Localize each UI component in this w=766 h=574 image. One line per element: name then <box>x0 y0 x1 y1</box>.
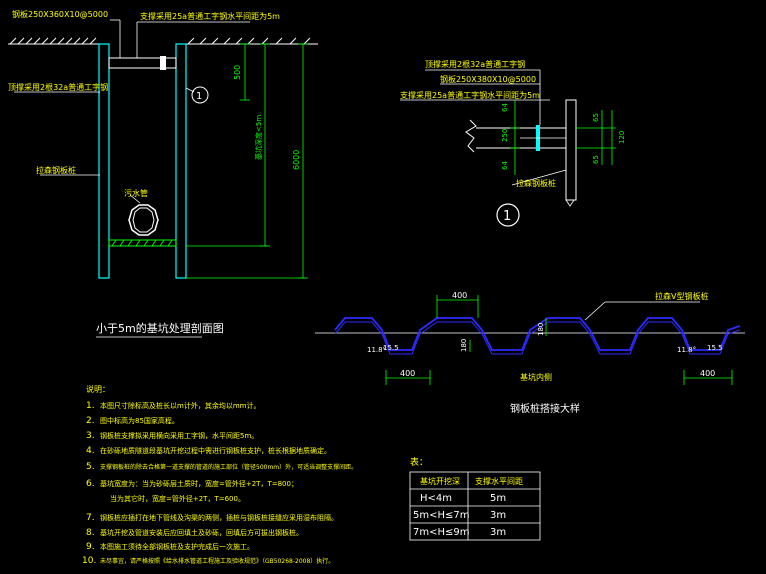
pile-dim-180-left: 180 <box>460 339 468 352</box>
note-text: 本图尺寸除标高及桩长以m计外，其余均以mm计。 <box>100 401 260 410</box>
dim-depth: 基坑深度<5m <box>254 115 263 160</box>
notes-heading: 说明： <box>86 384 110 394</box>
ground-hatch-right <box>185 37 318 45</box>
detail-marker-num: 1 <box>196 91 202 102</box>
note-text: 本图施工须待全部钢板桩及支护完成后一次施工。 <box>100 542 254 551</box>
detail-pile <box>565 99 577 201</box>
note-text: 钢板桩支撑拟采用横向采用工字钢，水平间距5m。 <box>100 431 258 440</box>
section-title: 小于5m的基坑处理剖面图 <box>96 321 224 335</box>
detail-view: 顶撑采用2根32a普通工字钢 钢板250X380X10@5000 支撑采用25a… <box>400 59 626 227</box>
table-cell: 3m <box>490 510 506 521</box>
note-num: 3. <box>86 431 95 441</box>
note-num: 2. <box>86 416 95 426</box>
pile-dims <box>385 295 733 385</box>
spacing-table: 表： 基坑开挖深 支撑水平间距 H<4m 5m 5m<H≤7m 3m 7m<H≤… <box>409 456 541 541</box>
dimension-lines <box>186 43 308 279</box>
note-text: 基坑宽度为：当为砂砾层土质时，宽度=管外径+2T，T=800； <box>100 479 298 488</box>
sewer-pipe-inner <box>132 207 155 233</box>
pile-dim-400-right: 400 <box>700 369 715 378</box>
detail-dim-250: 250 <box>501 129 509 142</box>
table-caption: 表： <box>410 456 428 468</box>
note-num: 9. <box>86 542 95 552</box>
detail-dim-64-bottom: 64 <box>501 161 509 170</box>
pile-dim-400-top: 400 <box>452 291 467 300</box>
pile-value-left: 15.5 <box>383 344 399 352</box>
notes: 说明： 1. 本图尺寸除标高及桩长以m计外，其余均以mm计。 2. 图中标高为8… <box>82 384 357 566</box>
pile-joint-view: 400 180 180 400 400 11.8° 15.5 11.8° 15.… <box>315 291 745 415</box>
note-text: 支撑钢板桩的除去合格第一道支撑的管道的施工部位（管径500mm）外，可适当调整支… <box>100 463 357 471</box>
detail-brace-label: 支撑采用25a普通工字钢水平间距为5m <box>400 90 540 100</box>
dim-500: 500 <box>233 65 242 80</box>
pile-dim-400-left: 400 <box>400 369 415 378</box>
detail-dim-65-top: 65 <box>592 113 600 122</box>
pile-value-right: 15.5 <box>707 344 723 352</box>
table-cell: H<4m <box>420 493 452 504</box>
note-text: 在砂砾地质隧道段基坑开挖过程中需进行钢板桩支护，桩长根据地质确定。 <box>100 446 331 455</box>
note-num: 1. <box>86 401 95 411</box>
detail-plate-label: 钢板250X380X10@5000 <box>440 74 536 84</box>
detail-beam-label: 顶撑采用2根32a普通工字钢 <box>425 59 525 69</box>
detail-dims <box>510 100 616 175</box>
pipe-label: 污水管 <box>124 188 148 198</box>
table-header-spacing: 支撑水平间距 <box>475 476 523 486</box>
detail-dim-65-bottom: 65 <box>592 155 600 164</box>
table-cell: 5m <box>490 493 506 504</box>
note-num: 10. <box>82 556 96 566</box>
detail-dim-64-top: 64 <box>501 103 509 112</box>
pile-outside-label: 拉森V型钢板桩 <box>655 291 708 301</box>
table-cell: 3m <box>490 527 506 538</box>
note-num: 4. <box>86 446 95 456</box>
top-beam-label: 钢板250X360X10@5000 <box>12 9 108 19</box>
note-text: 未尽事宜，请严格按照《给水排水管道工程施工及验收规范》（GB50268-2008… <box>100 557 334 565</box>
note-text: 当为其它时，宽度=管外径+2T，T=600。 <box>110 494 245 503</box>
pile-label: 拉森钢板桩 <box>36 165 76 175</box>
note-text: 基坑开挖及管道安装后应回填土及砂砾，回填后方可拔出钢板桩。 <box>100 528 303 537</box>
table-header-depth: 基坑开挖深 <box>420 476 460 486</box>
note-text: 图中标高为85国家高程。 <box>100 416 179 425</box>
detail-dim-120: 120 <box>618 131 626 144</box>
pile-wall-right <box>175 43 187 279</box>
beam-break <box>465 119 477 153</box>
note-text: 钢板桩应插打在地下管线及沟渠的两侧，插桩与钢板桩接缝应采用湿布阻隔。 <box>100 513 338 522</box>
bedding-hatch <box>111 239 173 247</box>
note-num: 5. <box>86 462 95 472</box>
pile-angle-right: 11.8° <box>677 346 696 354</box>
pile-dim-180-right: 180 <box>537 323 545 336</box>
brace-label: 支撑采用25a普通工字钢水平间距为5m <box>140 11 280 21</box>
pile-wall-left <box>98 43 110 279</box>
bedding <box>108 239 177 247</box>
ground-hatch-left <box>8 37 100 45</box>
table-cell: 7m<H≤9m <box>413 527 469 538</box>
note-num: 6. <box>86 479 95 489</box>
table-cell: 5m<H≤7m <box>413 510 469 521</box>
section-view: 污水管 钢板250X360X10@5000 支撑采用25a普通工字钢水平间距为5… <box>8 9 318 338</box>
pile-title: 钢板桩搭接大样 <box>510 402 580 415</box>
detail-pile-label: 拉森钢板桩 <box>516 178 556 188</box>
beam-plate <box>160 56 166 70</box>
note-num: 7. <box>86 513 95 523</box>
note-num: 8. <box>86 528 95 538</box>
pile-inside-label: 基坑内侧 <box>520 372 552 382</box>
detail-mark-num: 1 <box>503 209 511 224</box>
drawing-svg: 污水管 钢板250X360X10@5000 支撑采用25a普通工字钢水平间距为5… <box>8 9 745 566</box>
dim-6000: 6000 <box>292 150 301 170</box>
cad-drawing: 污水管 钢板250X360X10@5000 支撑采用25a普通工字钢水平间距为5… <box>0 0 766 574</box>
left-beam-label: 顶撑采用2根32a普通工字钢 <box>8 82 108 92</box>
